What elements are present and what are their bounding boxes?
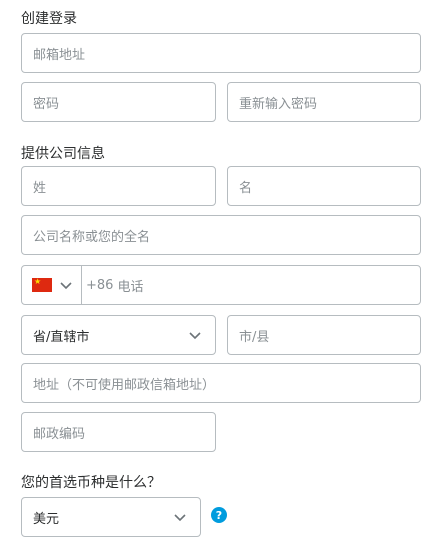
postal-code-placeholder: 邮政编码 xyxy=(33,426,86,442)
company-name-field[interactable]: 公司名称或您的全名 xyxy=(21,215,421,255)
chevron-down-icon xyxy=(60,282,72,290)
first-name-field[interactable]: 名 xyxy=(227,166,421,206)
address-field[interactable]: 地址（不可使用邮政信箱地址） xyxy=(21,363,421,403)
currency-select[interactable]: 美元 xyxy=(21,497,201,537)
first-name-placeholder: 名 xyxy=(239,180,253,196)
phone-field: ★ +86 电话 xyxy=(21,265,421,305)
city-placeholder: 市/县 xyxy=(239,329,270,345)
email-placeholder: 邮箱地址 xyxy=(33,47,86,63)
city-field[interactable]: 市/县 xyxy=(227,315,421,355)
account-heading: 创建登录 xyxy=(21,11,77,27)
confirm-password-field[interactable]: 重新输入密码 xyxy=(227,82,421,122)
phone-prefix: +86 xyxy=(86,277,114,293)
currency-value: 美元 xyxy=(33,511,60,527)
password-placeholder: 密码 xyxy=(33,96,60,112)
email-field[interactable]: 邮箱地址 xyxy=(21,33,421,73)
china-flag-icon: ★ xyxy=(32,278,52,292)
last-name-placeholder: 姓 xyxy=(33,180,47,196)
chevron-down-icon xyxy=(174,514,186,522)
password-field[interactable]: 密码 xyxy=(21,82,216,122)
help-icon[interactable]: ? xyxy=(211,507,227,523)
country-code-dropdown[interactable]: ★ xyxy=(22,266,82,304)
phone-placeholder: 电话 xyxy=(117,279,144,295)
chevron-down-icon xyxy=(189,332,201,340)
company-heading: 提供公司信息 xyxy=(21,146,105,162)
province-value: 省/直辖市 xyxy=(33,329,90,345)
last-name-field[interactable]: 姓 xyxy=(21,166,216,206)
postal-code-field[interactable]: 邮政编码 xyxy=(21,412,216,452)
address-placeholder: 地址（不可使用邮政信箱地址） xyxy=(33,377,216,393)
company-name-placeholder: 公司名称或您的全名 xyxy=(33,229,151,245)
phone-input[interactable]: +86 电话 xyxy=(82,266,143,304)
confirm-password-placeholder: 重新输入密码 xyxy=(239,96,318,112)
province-select[interactable]: 省/直辖市 xyxy=(21,315,216,355)
currency-heading: 您的首选币种是什么？ xyxy=(21,475,161,491)
